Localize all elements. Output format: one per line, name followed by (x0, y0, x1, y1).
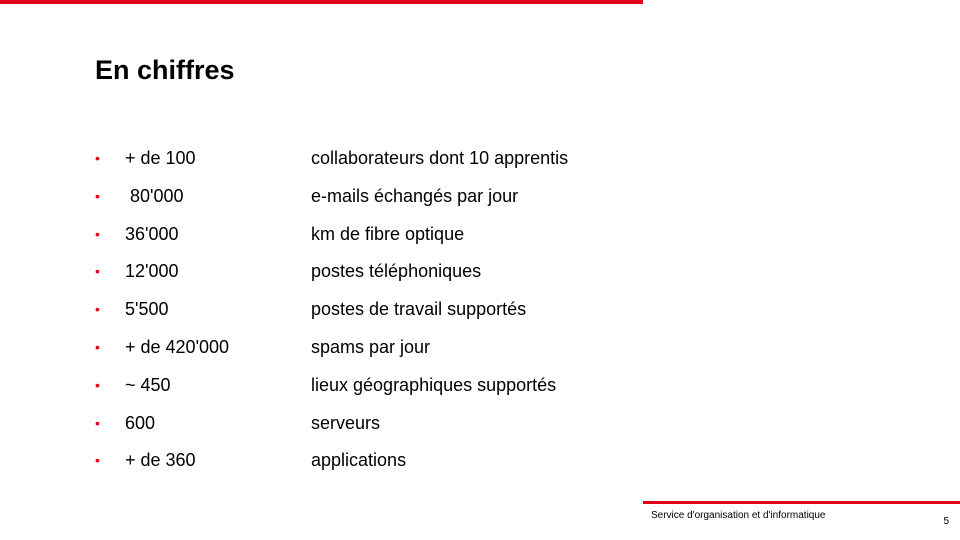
figure-description: km de fibre optique (311, 223, 465, 244)
figure-description: serveurs (311, 412, 381, 433)
figure-description: spams par jour (311, 336, 431, 357)
bullet-icon: • (95, 263, 100, 280)
figure-value: + de 420'000 (125, 336, 230, 357)
bullet-icon: • (95, 187, 100, 204)
figure-value: 80'000 (125, 185, 184, 206)
figure-value: 12'000 (125, 261, 179, 282)
figure-description: lieux géographiques supportés (311, 374, 557, 395)
bullet-icon: • (95, 150, 100, 166)
figure-description: applications (311, 450, 407, 471)
bullet-icon: • (95, 376, 100, 393)
figure-value: ~ 450 (125, 374, 171, 395)
bullet-icon: • (95, 225, 100, 242)
bullet-icon: • (95, 414, 100, 431)
figure-description: collaborateurs dont 10 apprentis (311, 148, 569, 168)
figure-description: e-mails échangés par jour (311, 185, 519, 206)
bullet-icon: • (95, 338, 100, 355)
footer-accent-bar (643, 501, 960, 504)
top-accent-bar (0, 0, 643, 4)
figure-value: 600 (125, 412, 156, 433)
footer-organization: Service d'organisation et d'informatique (651, 510, 826, 521)
figure-description: postes téléphoniques (311, 261, 482, 282)
figure-value: + de 100 (125, 148, 196, 168)
slide-title: En chiffres (95, 55, 235, 85)
figure-value: + de 360 (125, 450, 196, 471)
figure-description: postes de travail supportés (311, 299, 527, 320)
figure-value: 36'000 (125, 223, 179, 244)
page-number: 5 (943, 516, 949, 527)
bullet-icon: • (95, 452, 100, 469)
figure-value: 5'500 (125, 299, 169, 320)
bullet-icon: • (95, 301, 100, 318)
